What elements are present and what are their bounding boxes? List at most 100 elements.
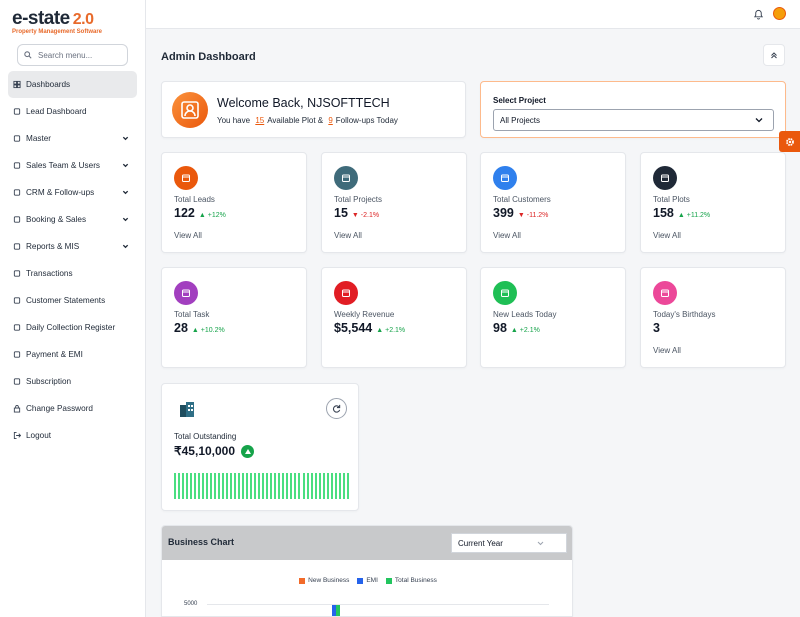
sparkline-bar — [206, 473, 209, 499]
sparkline-bar — [258, 473, 261, 499]
business-chart-title: Business Chart — [168, 537, 235, 547]
sparkline-bar — [238, 473, 241, 499]
sparkline-bar — [286, 473, 289, 499]
sparkline-bar — [234, 473, 237, 499]
sidebar-item-label: Sales Team & Users — [26, 161, 101, 170]
stat-label: Today's Birthdays — [653, 310, 716, 319]
calendar-icon — [174, 166, 198, 190]
stat-change: ▲ +11.2% — [677, 212, 711, 219]
period-select[interactable]: Current Year — [451, 533, 567, 553]
sparkline-bar — [174, 473, 176, 499]
sparkline-bar — [186, 473, 189, 499]
view-all-link[interactable]: View All — [334, 231, 362, 240]
bell-icon[interactable] — [753, 9, 764, 20]
sidebar-item-sales-team-users[interactable]: Sales Team & Users — [8, 152, 137, 179]
sparkline-bar — [178, 473, 181, 499]
sidebar: e-state 2.0 Property Management Software … — [0, 0, 146, 617]
available-plots-link[interactable]: 15 — [255, 116, 264, 125]
sparkline-bar — [262, 473, 265, 499]
sidebar-item-lead-dashboard[interactable]: Lead Dashboard — [8, 98, 137, 125]
stat-label: Weekly Revenue — [334, 310, 395, 319]
search-input[interactable] — [38, 50, 126, 60]
statement-icon — [13, 297, 21, 305]
sidebar-item-customer-statements[interactable]: Customer Statements — [8, 287, 137, 314]
top-bar — [146, 0, 800, 29]
sparkline-bar — [218, 473, 221, 499]
brand-logo[interactable]: e-state 2.0 Property Management Software — [12, 8, 102, 35]
stat-card-new-leads-today: New Leads Today 98 ▲ +2.1% — [480, 267, 626, 368]
legend-swatch — [357, 577, 364, 584]
sparkline-bar — [190, 473, 193, 499]
register-icon — [13, 324, 21, 332]
stat-label: New Leads Today — [493, 310, 557, 319]
sparkline-bar — [266, 473, 269, 499]
sidebar-item-logout[interactable]: Logout — [8, 422, 137, 449]
sparkline-bar — [210, 473, 213, 499]
followups-link[interactable]: 9 — [328, 116, 332, 125]
legend-swatch — [299, 577, 306, 584]
sidebar-item-daily-collection-register[interactable]: Daily Collection Register — [8, 314, 137, 341]
crm-icon — [13, 189, 21, 197]
sparkline-bar — [222, 473, 225, 499]
sidebar-item-crm-follow-ups[interactable]: CRM & Follow-ups — [8, 179, 137, 206]
sidebar-item-label: Dashboards — [26, 80, 71, 89]
stat-change: ▼ -2.1% — [351, 212, 380, 219]
sidebar-item-reports-mis[interactable]: Reports & MIS — [8, 233, 137, 260]
dashboard-icon — [13, 80, 21, 89]
chevron-down-icon — [122, 217, 129, 222]
sidebar-item-label: Change Password — [26, 404, 93, 413]
chart-gridline — [207, 604, 549, 605]
sidebar-item-dashboards[interactable]: Dashboards — [8, 71, 137, 98]
stat-value: 28 — [174, 321, 188, 335]
stat-value: 158 — [653, 206, 674, 220]
stat-card-total-projects: Total Projects 15 ▼ -2.1% View All — [321, 152, 467, 253]
sidebar-item-booking-sales[interactable]: Booking & Sales — [8, 206, 137, 233]
legend-item[interactable]: Total Business — [385, 577, 437, 584]
stat-label: Total Leads — [174, 195, 215, 204]
sidebar-item-change-password[interactable]: Change Password — [8, 395, 137, 422]
sidebar-item-subscription[interactable]: Subscription — [8, 368, 137, 395]
collapse-button[interactable] — [763, 44, 785, 66]
sparkline-bar — [246, 473, 249, 499]
project-select[interactable]: All Projects — [493, 109, 774, 131]
users-icon — [13, 162, 21, 170]
refresh-button[interactable] — [326, 398, 347, 419]
chevron-down-icon — [122, 163, 129, 168]
outstanding-card: Total Outstanding ₹45,10,000 — [161, 383, 359, 511]
legend-item[interactable]: EMI — [357, 577, 378, 584]
sparkline-bar — [250, 473, 253, 499]
view-all-link[interactable]: View All — [653, 346, 681, 355]
sidebar-search[interactable] — [17, 44, 128, 66]
stat-value: 98 — [493, 321, 507, 335]
view-all-link[interactable]: View All — [493, 231, 521, 240]
calendar-icon — [334, 166, 358, 190]
lead-dashboard-icon — [13, 108, 21, 116]
legend-item[interactable]: New Business — [299, 577, 349, 584]
stat-value: 399 — [493, 206, 514, 220]
stat-card-total-task: Total Task 28 ▲ +10.2% — [161, 267, 307, 368]
sidebar-item-master[interactable]: Master — [8, 125, 137, 152]
view-all-link[interactable]: View All — [174, 231, 202, 240]
user-portrait-icon — [172, 92, 208, 128]
chevron-down-icon — [122, 190, 129, 195]
stat-card-total-plots: Total Plots 158 ▲ +11.2% View All — [640, 152, 786, 253]
users-icon — [493, 281, 517, 305]
sidebar-item-label: Logout — [26, 431, 52, 440]
sidebar-item-transactions[interactable]: Transactions — [8, 260, 137, 287]
view-all-link[interactable]: View All — [653, 231, 681, 240]
welcome-summary: You have 15 Available Plot & 9 Follow-ups … — [217, 116, 398, 125]
lock-icon — [13, 405, 21, 413]
welcome-title: Welcome Back, NJSOFTTECH — [217, 96, 390, 110]
sidebar-item-payment-emi[interactable]: Payment & EMI — [8, 341, 137, 368]
outstanding-value: ₹45,10,000 — [174, 444, 236, 458]
stat-change: ▼ -11.2% — [517, 212, 549, 219]
stat-value: 122 — [174, 206, 195, 220]
sparkline-bar — [306, 473, 309, 499]
task-icon — [174, 281, 198, 305]
sparkline-bar — [290, 473, 293, 499]
sparkline-bar — [294, 473, 297, 499]
settings-gear-button[interactable] — [779, 131, 800, 152]
user-avatar[interactable] — [773, 7, 786, 20]
sparkline-bar — [342, 473, 345, 499]
chevron-down-icon — [122, 136, 129, 141]
